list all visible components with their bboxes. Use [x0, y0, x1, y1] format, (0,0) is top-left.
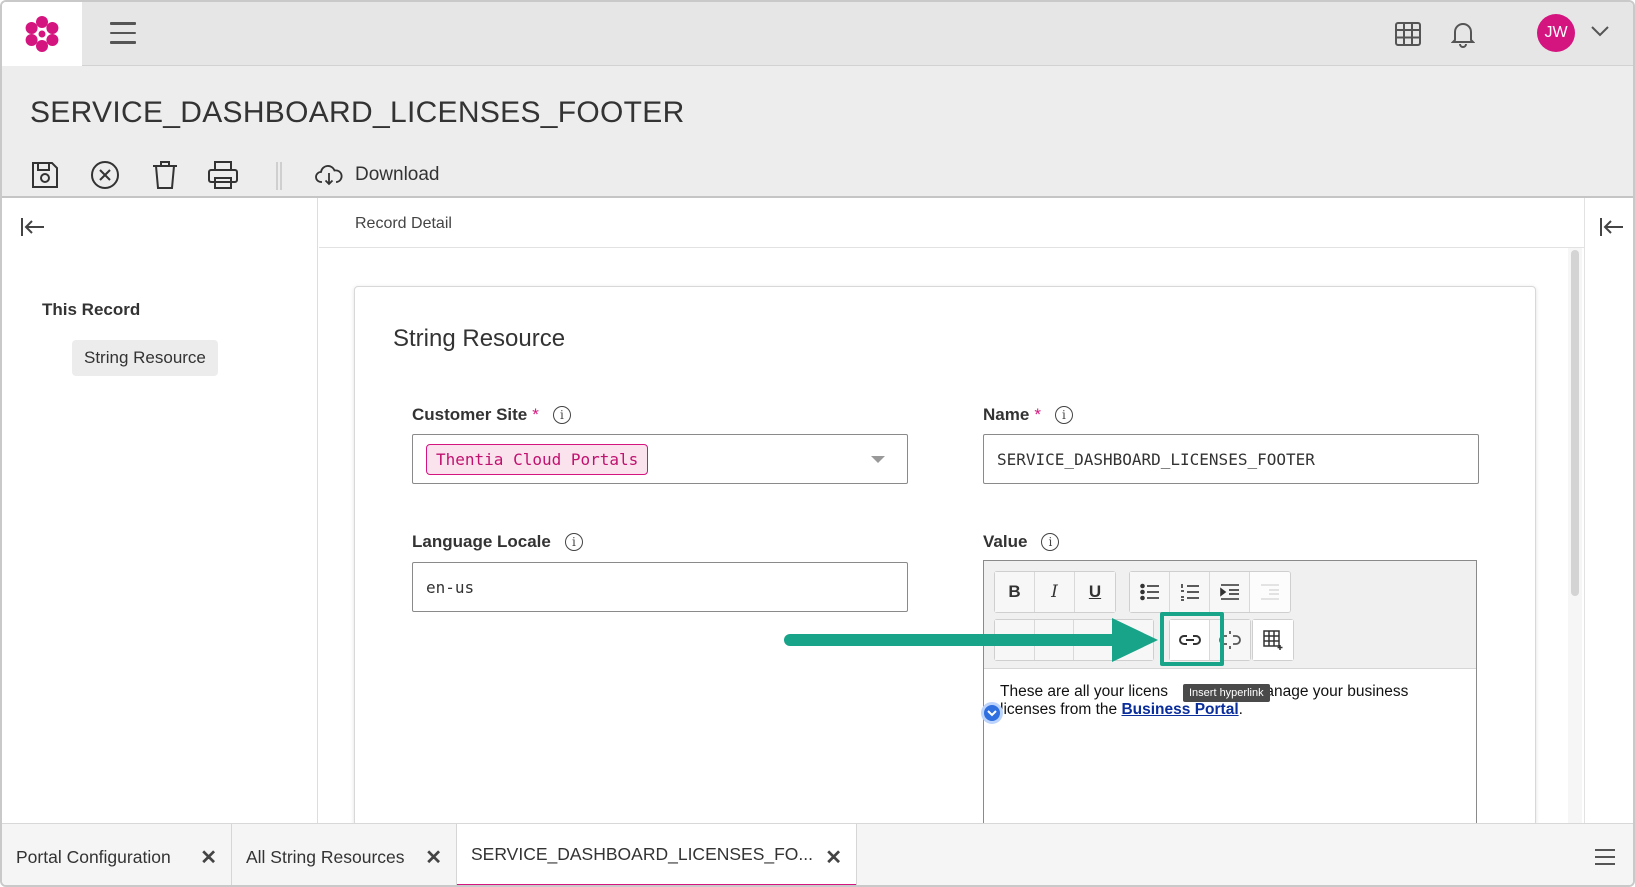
insert-table-button[interactable] [1253, 620, 1293, 660]
top-bar: JW [2, 2, 1633, 66]
app-window: JW SERVICE_DASHBOARD_LICENSES_FOOTER Dow… [0, 0, 1635, 887]
tab-portal-configuration[interactable]: Portal Configuration ✕ [2, 824, 232, 885]
toolbar-divider [276, 162, 282, 190]
tab-all-string-resources[interactable]: All String Resources ✕ [232, 824, 457, 885]
left-panel: This Record String Resource [2, 198, 318, 823]
collapse-right-icon[interactable] [1599, 216, 1625, 243]
tab-label: SERVICE_DASHBOARD_LICENSES_FO... [471, 843, 814, 864]
insert-hyperlink-tooltip: Insert hyperlink [1183, 684, 1270, 702]
numbered-list-button[interactable] [1170, 572, 1210, 612]
collapse-left-icon[interactable] [20, 216, 46, 243]
customer-site-select[interactable]: Thentia Cloud Portals [412, 434, 908, 484]
tab-label: All String Resources [246, 846, 405, 867]
italic-button[interactable]: I [1035, 572, 1075, 612]
name-label-text: Name [983, 405, 1030, 424]
selection-handle-icon[interactable] [981, 702, 1003, 724]
record-detail-bar: Record Detail [319, 198, 1584, 248]
language-locale-label-text: Language Locale [412, 532, 551, 551]
avatar[interactable]: JW [1537, 14, 1575, 52]
info-icon[interactable]: i [564, 533, 583, 551]
card-title: String Resource [393, 325, 566, 352]
table-insert-icon [1263, 630, 1283, 650]
cancel-icon[interactable] [88, 158, 122, 192]
info-icon[interactable]: i [552, 406, 571, 424]
nav-item-string-resource[interactable]: String Resource [72, 340, 218, 376]
bell-icon[interactable] [1448, 19, 1478, 49]
italic-label: I [1051, 582, 1058, 602]
scrollbar[interactable] [1568, 248, 1582, 823]
name-label: Name * i [983, 405, 1073, 425]
underline-label: U [1088, 582, 1102, 601]
download-label: Download [355, 164, 440, 185]
customer-site-label: Customer Site * i [412, 405, 571, 425]
indent-button[interactable] [1210, 572, 1250, 612]
list-button-group [1129, 571, 1291, 613]
close-icon[interactable]: ✕ [200, 845, 217, 870]
grid-icon[interactable] [1393, 19, 1423, 49]
required-mark: * [1034, 405, 1041, 424]
customer-site-chip[interactable]: Thentia Cloud Portals [426, 443, 649, 475]
name-field[interactable]: SERVICE_DASHBOARD_LICENSES_FOOTER [983, 434, 1479, 484]
editor-text-part: These are all your licens [1000, 683, 1168, 700]
business-portal-link[interactable]: Business Portal [1121, 701, 1238, 718]
value-label-text: Value [983, 532, 1028, 551]
record-header: SERVICE_DASHBOARD_LICENSES_FOOTER Downlo… [2, 66, 1633, 198]
scrollbar-thumb[interactable] [1571, 250, 1579, 596]
close-icon[interactable]: ✕ [825, 845, 842, 870]
numbered-list-icon [1180, 584, 1199, 601]
underline-button[interactable]: U [1075, 572, 1115, 612]
right-panel [1584, 198, 1633, 823]
required-mark: * [532, 405, 539, 424]
language-locale-value: en-us [426, 577, 475, 597]
download-button[interactable]: Download [315, 160, 440, 190]
this-record-heading: This Record [42, 300, 141, 319]
bold-button[interactable]: B [995, 572, 1035, 612]
print-icon[interactable] [206, 158, 240, 192]
customer-site-label-text: Customer Site [412, 405, 528, 424]
tab-bar: Portal Configuration ✕ All String Resour… [2, 823, 1633, 885]
outdent-button[interactable] [1250, 572, 1290, 612]
outdent-icon [1261, 584, 1279, 600]
table-button-group [1252, 619, 1294, 661]
format-button-group: B I U [994, 571, 1116, 613]
avatar-initials: JW [1544, 24, 1568, 41]
annotation-arrow-icon [784, 618, 1158, 662]
save-icon[interactable] [28, 158, 62, 192]
page-title: SERVICE_DASHBOARD_LICENSES_FOOTER [30, 96, 685, 129]
tab-label: Portal Configuration [16, 846, 171, 867]
trash-icon[interactable] [148, 158, 182, 192]
info-icon[interactable]: i [1054, 406, 1073, 424]
info-icon[interactable]: i [1041, 533, 1060, 551]
bullet-list-button[interactable] [1130, 572, 1170, 612]
editor-text-end: . [1238, 701, 1243, 718]
flower-logo-icon [25, 16, 59, 52]
language-locale-field[interactable]: en-us [412, 562, 908, 612]
bold-label: B [1008, 582, 1021, 601]
tab-service-dashboard[interactable]: SERVICE_DASHBOARD_LICENSES_FO... ✕ [457, 824, 857, 885]
language-locale-label: Language Locale i [412, 532, 583, 552]
indent-icon [1219, 584, 1239, 600]
value-label: Value i [983, 532, 1060, 552]
logo[interactable] [2, 2, 82, 66]
menu-icon[interactable] [1594, 848, 1616, 871]
name-value: SERVICE_DASHBOARD_LICENSES_FOOTER [997, 449, 1315, 469]
chevron-down-icon[interactable] [1590, 24, 1610, 43]
highlight-box [1160, 612, 1224, 666]
close-icon[interactable]: ✕ [425, 845, 442, 870]
cloud-download-icon [315, 165, 343, 186]
record-detail-label: Record Detail [355, 215, 452, 232]
bullet-list-icon [1139, 583, 1159, 601]
hamburger-icon[interactable] [110, 22, 136, 44]
dropdown-arrow-icon[interactable] [871, 456, 885, 463]
